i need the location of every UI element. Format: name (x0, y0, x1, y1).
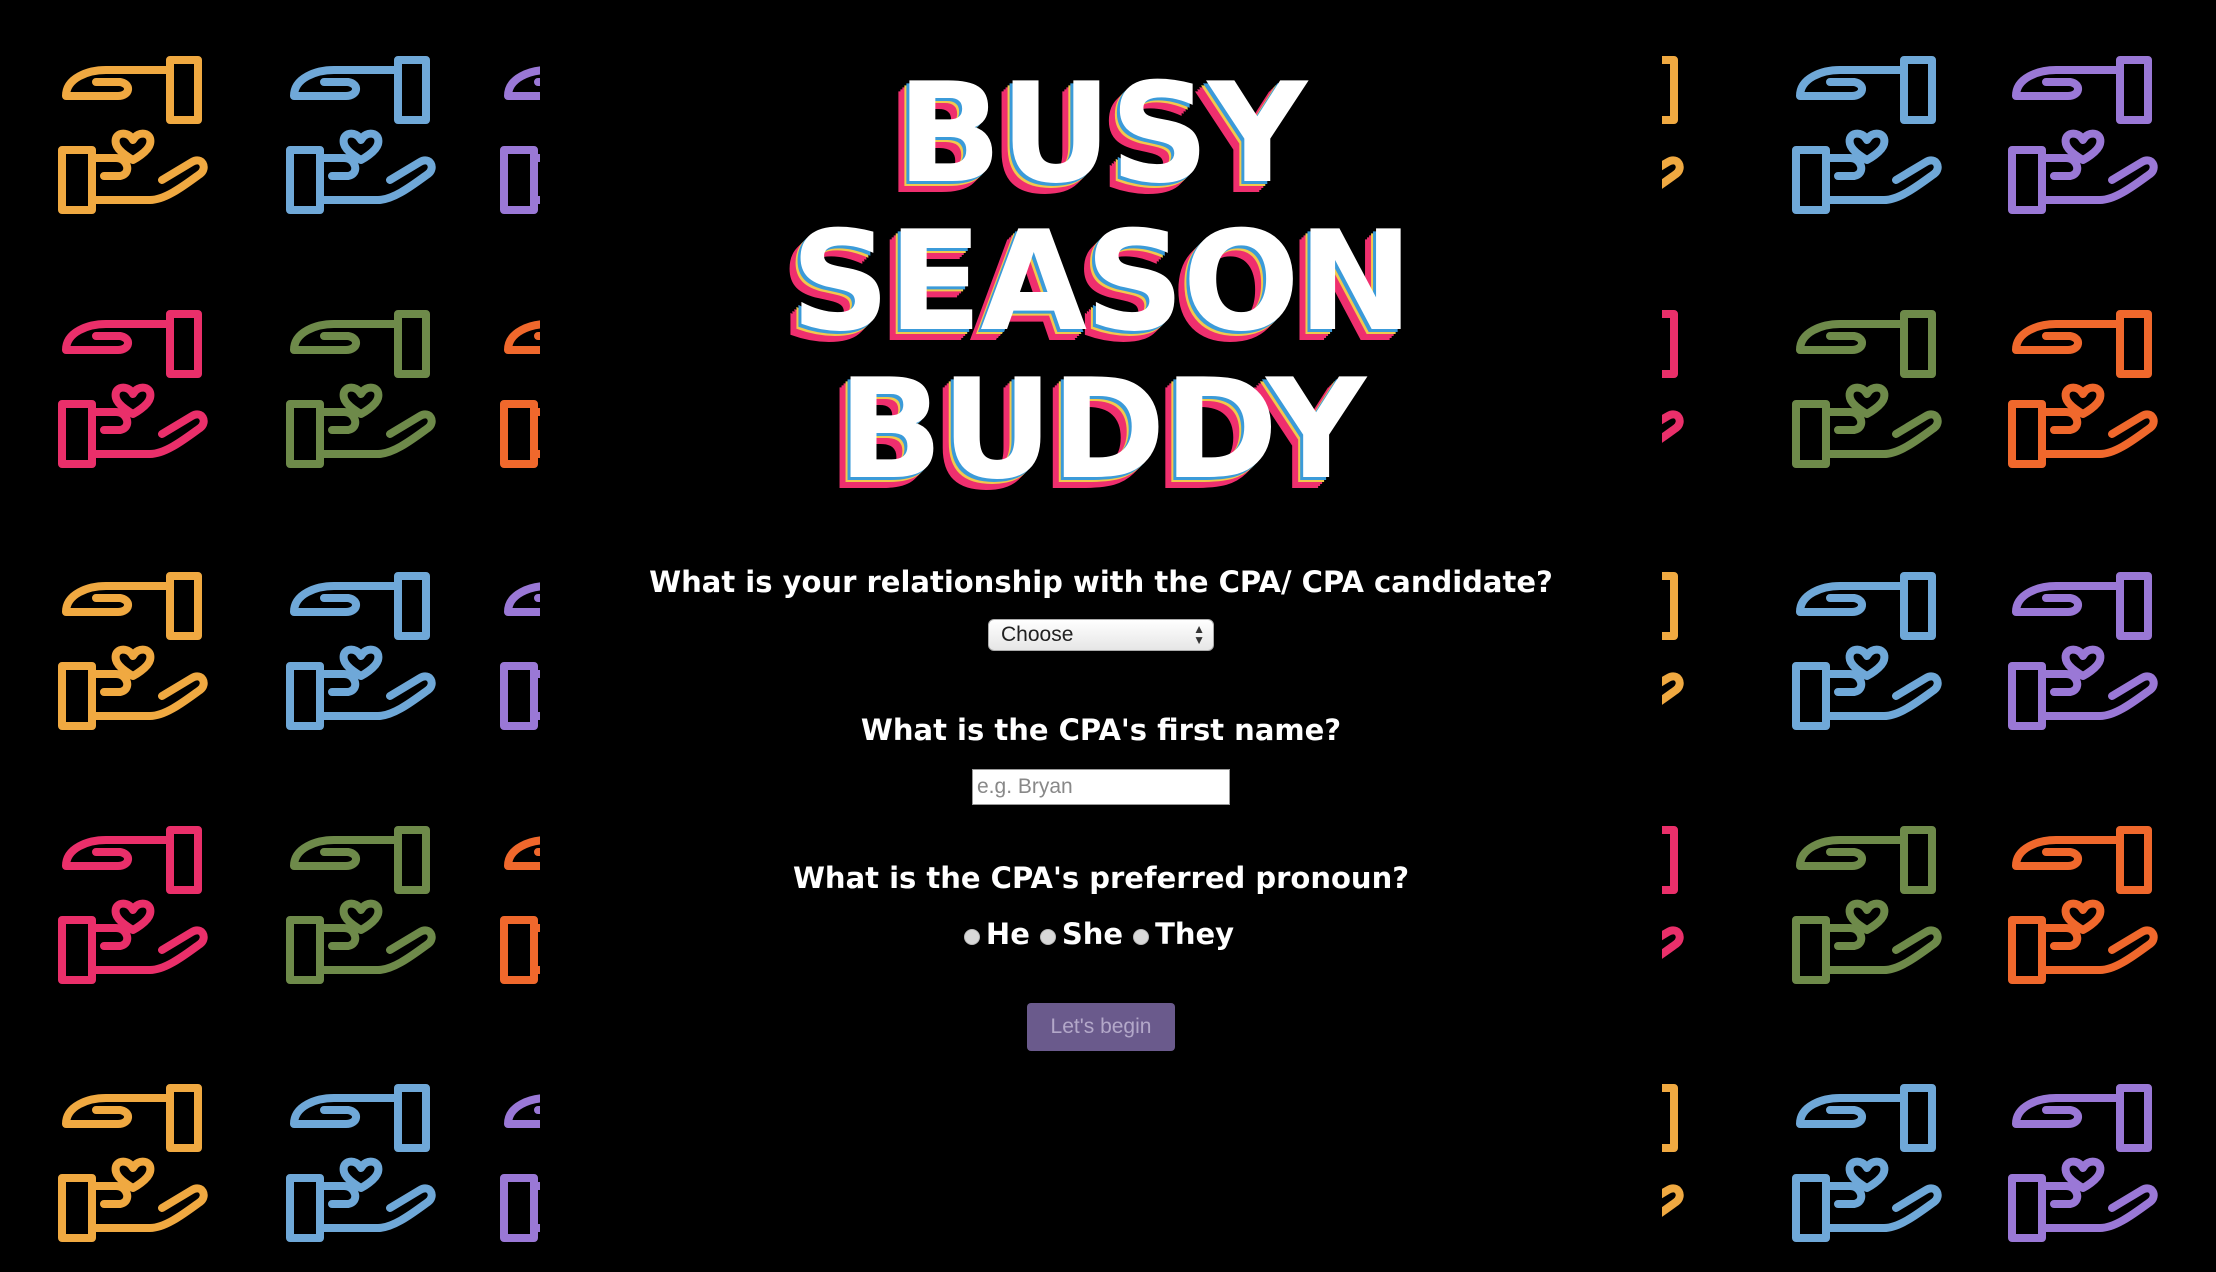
hand-heart-icon (500, 582, 540, 730)
select-arrows-icon: ▲ ▼ (1193, 622, 1205, 647)
hand-heart-icon (286, 56, 436, 214)
hand-heart-icon (286, 826, 436, 984)
hand-heart-icon (1792, 826, 1942, 984)
hand-heart-icon (1662, 572, 1684, 705)
first-name-input[interactable] (972, 769, 1230, 805)
hand-heart-icon (58, 1084, 208, 1242)
onboarding-form: What is your relationship with the CPA/ … (540, 565, 1662, 1051)
hand-heart-icon (1792, 1084, 1942, 1242)
hand-heart-icon (2008, 572, 2158, 730)
left-icon-pattern (0, 0, 540, 1272)
hand-heart-icon (286, 310, 436, 468)
main-panel: BUSY SEASON BUDDY What is your relations… (540, 0, 1662, 1272)
pronoun-question: What is the CPA's preferred pronoun? (792, 861, 1410, 895)
pronoun-option-he[interactable]: He (963, 917, 1034, 951)
hand-heart-icon (58, 572, 208, 730)
radio-button-he[interactable] (963, 929, 980, 945)
hand-heart-icon (1662, 1084, 1684, 1217)
hand-heart-icon (500, 1094, 540, 1242)
radio-button-they[interactable] (1133, 929, 1150, 945)
logo-line-3: BUDDY (837, 349, 1366, 510)
hand-heart-icon (2008, 310, 2158, 468)
hand-heart-icon (500, 320, 540, 468)
busy-season-buddy-logo: BUSY SEASON BUDDY (540, 60, 1662, 504)
relationship-select-value: Choose (1001, 623, 1074, 646)
radio-label-he: He (985, 917, 1030, 951)
hand-heart-icon (1662, 310, 1684, 443)
relationship-select[interactable]: Choose ▲ ▼ (988, 619, 1214, 651)
pronoun-option-she[interactable]: She (1039, 917, 1127, 951)
hand-heart-icon (1792, 572, 1942, 730)
right-icon-pattern (1662, 0, 2216, 1272)
hand-heart-icon (2008, 56, 2158, 214)
pronoun-option-they[interactable]: They (1133, 917, 1238, 951)
hand-heart-icon (500, 836, 540, 984)
hand-heart-pattern (58, 56, 540, 1242)
hand-heart-icon (58, 310, 208, 468)
hand-heart-icon (2008, 1084, 2158, 1242)
relationship-question: What is your relationship with the CPA/ … (649, 565, 1553, 599)
first-name-question: What is the CPA's first name? (860, 713, 1342, 747)
radio-label-they: They (1155, 917, 1235, 951)
pronoun-radio-group: He She They (540, 917, 1662, 951)
hand-heart-icon (58, 826, 208, 984)
hand-heart-icon (500, 66, 540, 214)
hand-heart-icon (1662, 826, 1684, 959)
hand-heart-icon (2008, 826, 2158, 984)
hand-heart-icon (1662, 56, 1684, 189)
hand-heart-icon (286, 1084, 436, 1242)
logo-line-2: SEASON (790, 201, 1414, 362)
lets-begin-button[interactable]: Let's begin (1027, 1003, 1175, 1051)
logo-line-1: BUSY (896, 53, 1308, 214)
radio-label-she: She (1061, 917, 1124, 951)
hand-heart-pattern (1662, 56, 2158, 1242)
hand-heart-icon (1792, 56, 1942, 214)
hand-heart-icon (286, 572, 436, 730)
radio-button-she[interactable] (1039, 929, 1056, 945)
hand-heart-icon (1792, 310, 1942, 468)
hand-heart-icon (58, 56, 208, 214)
